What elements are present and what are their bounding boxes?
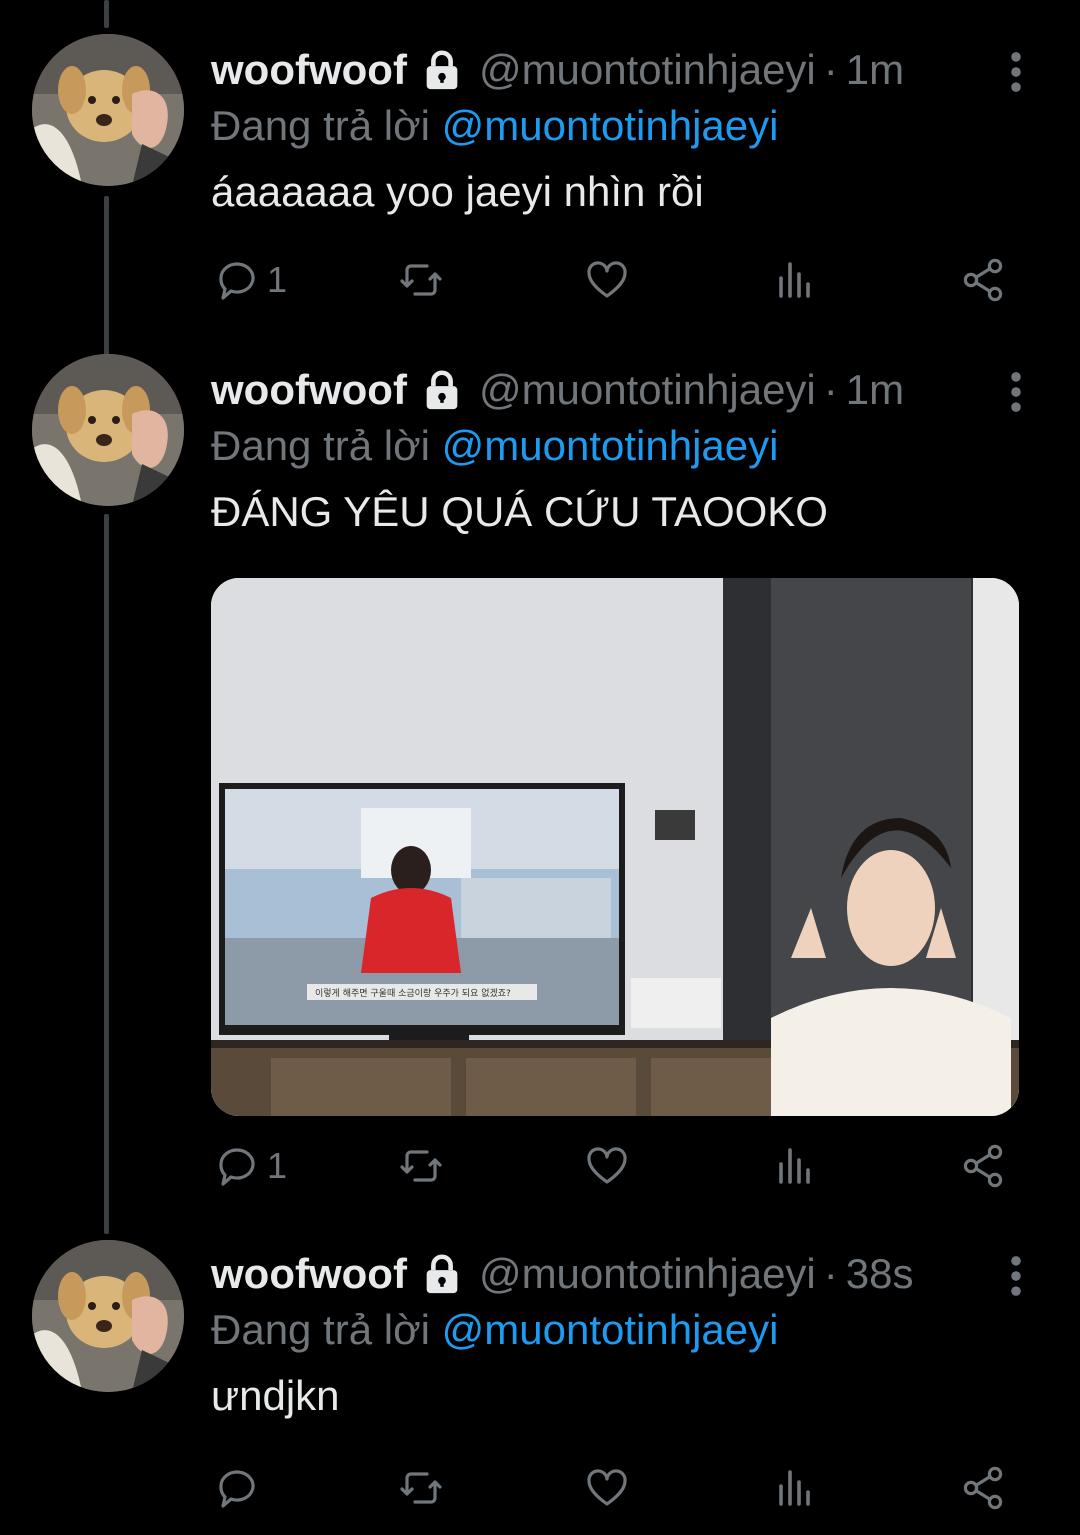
retweet-button[interactable] xyxy=(397,1136,445,1196)
retweet-button[interactable] xyxy=(397,1458,445,1518)
reply-count: 1 xyxy=(267,259,288,300)
views-icon xyxy=(779,1148,810,1184)
tweet-header: woofwoof @muontotinhjaeyi · 38s xyxy=(211,1244,1051,1304)
like-icon xyxy=(587,261,627,298)
views-icon xyxy=(779,262,810,298)
user-handle[interactable]: @muontotinhjaeyi xyxy=(479,1250,816,1298)
tweet-header: woofwoof @muontotinhjaeyi · 1m xyxy=(211,360,1051,420)
avatar-image xyxy=(32,1240,184,1392)
display-name[interactable]: woofwoof xyxy=(211,46,407,94)
avatar[interactable] xyxy=(32,1240,184,1392)
avatar-image xyxy=(32,34,184,186)
reply-mention-link[interactable]: @muontotinhjaeyi xyxy=(442,422,779,469)
tweet-photo[interactable]: 이렇게 해주면 구울때 소금이랑 우주가 되요 없겠죠? xyxy=(211,578,1019,1116)
tweet-text: ưndjkn xyxy=(211,1372,340,1419)
more-vertical-icon[interactable] xyxy=(990,366,1042,418)
replying-to-label: Đang trả lời xyxy=(211,102,442,149)
timestamp[interactable]: 1m xyxy=(846,46,904,94)
reply-count: 1 xyxy=(267,1145,288,1186)
share-button[interactable] xyxy=(959,250,1007,310)
more-vertical-icon[interactable] xyxy=(990,1250,1042,1302)
retweet-icon xyxy=(400,1472,442,1504)
like-button[interactable] xyxy=(583,1136,631,1196)
reply-icon xyxy=(219,1148,255,1186)
retweet-icon xyxy=(400,264,442,296)
views-button[interactable] xyxy=(771,1458,819,1518)
share-icon xyxy=(963,258,1003,302)
share-icon xyxy=(963,1466,1003,1510)
share-button[interactable] xyxy=(959,1458,1007,1518)
display-name[interactable]: woofwoof xyxy=(211,366,407,414)
like-button[interactable] xyxy=(583,250,631,310)
lock-icon xyxy=(426,1254,458,1294)
separator-dot: · xyxy=(823,366,838,413)
avatar-image xyxy=(32,354,184,506)
reply-mention-link[interactable]: @muontotinhjaeyi xyxy=(442,1306,779,1353)
replying-to: Đang trả lời @muontotinhjaeyi xyxy=(211,1306,778,1354)
tweet-text: áaaaaaa yoo jaeyi nhìn rồi xyxy=(211,168,704,215)
tweet-thread: woofwoof @muontotinhjaeyi · 1m Đang trả … xyxy=(0,0,1080,1535)
timestamp[interactable]: 1m xyxy=(846,366,904,414)
tweet[interactable]: woofwoof @muontotinhjaeyi · 38s Đang trả… xyxy=(0,1240,1080,1535)
more-vertical-icon[interactable] xyxy=(990,46,1042,98)
tweet-actions: 1 xyxy=(211,250,1031,310)
share-button[interactable] xyxy=(959,1136,1007,1196)
lock-icon xyxy=(426,370,458,410)
reply-button[interactable]: 1 xyxy=(213,1136,287,1196)
reply-mention-link[interactable]: @muontotinhjaeyi xyxy=(442,102,779,149)
views-button[interactable] xyxy=(771,250,819,310)
lock-icon xyxy=(426,50,458,90)
user-handle[interactable]: @muontotinhjaeyi xyxy=(479,366,816,414)
user-handle[interactable]: @muontotinhjaeyi xyxy=(479,46,816,94)
display-name[interactable]: woofwoof xyxy=(211,1250,407,1298)
reply-button[interactable]: 1 xyxy=(213,250,287,310)
like-icon xyxy=(587,1469,627,1506)
reply-button[interactable] xyxy=(213,1458,267,1518)
tweet-header: woofwoof @muontotinhjaeyi · 1m xyxy=(211,40,1051,100)
retweet-button[interactable] xyxy=(397,250,445,310)
separator-dot: · xyxy=(823,46,838,93)
separator-dot: · xyxy=(823,1250,838,1297)
tweet-actions xyxy=(211,1458,1031,1518)
like-icon xyxy=(587,1147,627,1184)
replying-to-label: Đang trả lời xyxy=(211,422,442,469)
tweet-text: ĐÁNG YÊU QUÁ CỨU TAOOKO xyxy=(211,488,828,535)
share-icon xyxy=(963,1144,1003,1188)
avatar[interactable] xyxy=(32,354,184,506)
tweet[interactable]: woofwoof @muontotinhjaeyi · 1m Đang trả … xyxy=(0,354,1080,1220)
replying-to: Đang trả lời @muontotinhjaeyi xyxy=(211,102,778,150)
tweet-actions: 1 xyxy=(211,1136,1031,1196)
like-button[interactable] xyxy=(583,1458,631,1518)
tweet[interactable]: woofwoof @muontotinhjaeyi · 1m Đang trả … xyxy=(0,34,1080,340)
avatar[interactable] xyxy=(32,34,184,186)
thread-line xyxy=(104,0,109,28)
views-button[interactable] xyxy=(771,1136,819,1196)
reply-icon xyxy=(219,1470,255,1508)
photo-caption: 이렇게 해주면 구울때 소금이랑 우주가 되요 없겠죠? xyxy=(315,987,511,999)
photo-image: 이렇게 해주면 구울때 소금이랑 우주가 되요 없겠죠? xyxy=(211,578,1019,1116)
reply-icon xyxy=(219,262,255,300)
timestamp[interactable]: 38s xyxy=(846,1250,914,1298)
retweet-icon xyxy=(400,1150,442,1182)
views-icon xyxy=(779,1470,810,1506)
replying-to-label: Đang trả lời xyxy=(211,1306,442,1353)
replying-to: Đang trả lời @muontotinhjaeyi xyxy=(211,422,778,470)
